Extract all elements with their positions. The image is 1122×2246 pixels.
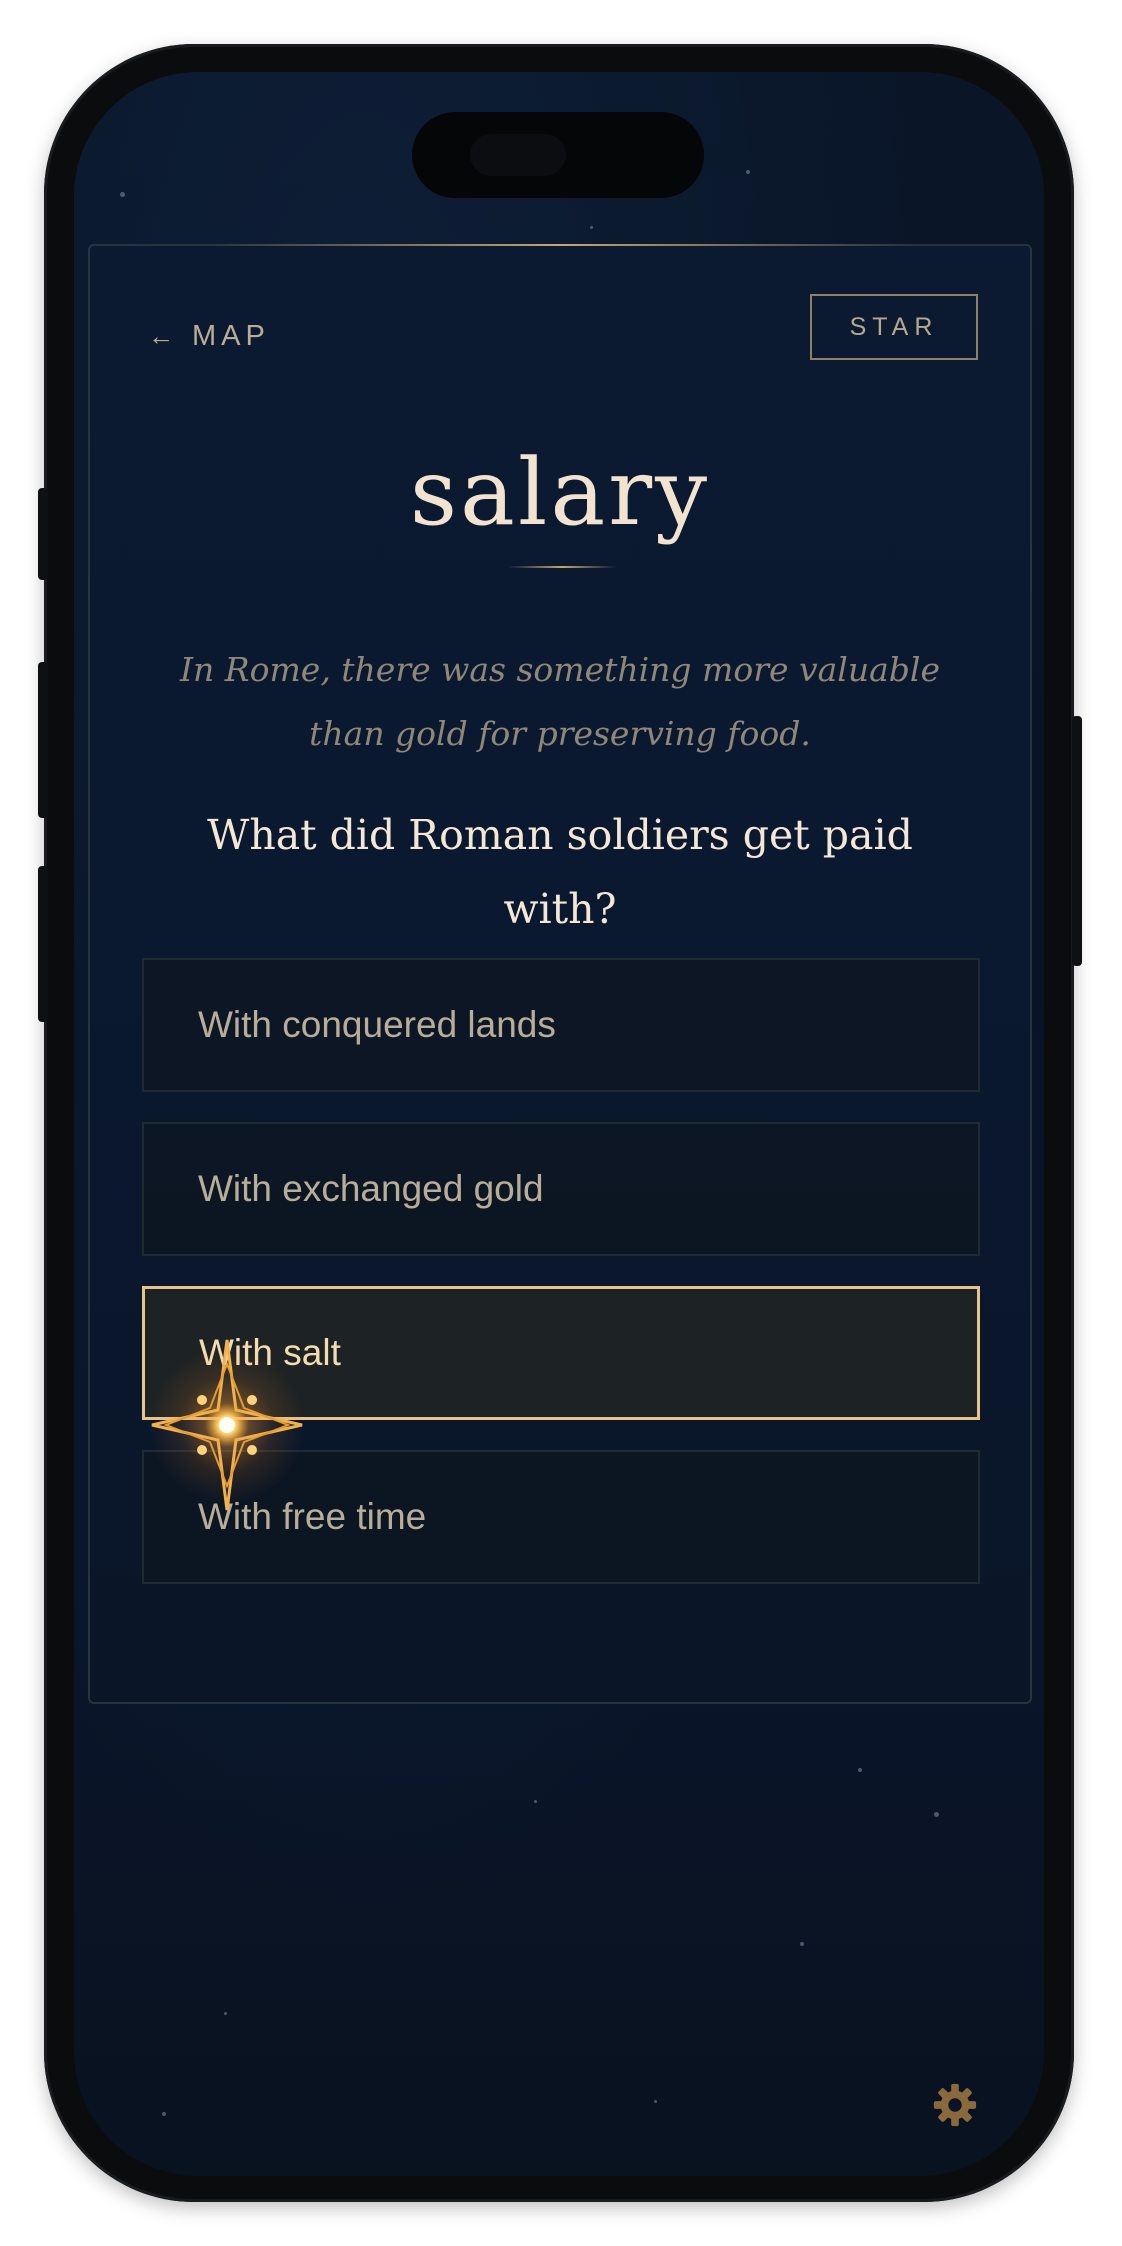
app-screen: ← MAP STAR salary In Rome, there was som… [74, 72, 1044, 2176]
volume-up-button [38, 662, 48, 818]
background-star [800, 1942, 804, 1946]
action-button [38, 488, 48, 580]
question-text: What did Roman soldiers get paid with? [207, 811, 913, 933]
gear-icon[interactable] [932, 2082, 978, 2128]
background-star [746, 170, 750, 174]
back-link-label: MAP [192, 319, 270, 352]
background-star [590, 226, 593, 229]
background-star [224, 2012, 227, 2015]
camera-lens [470, 134, 566, 176]
title-divider [508, 566, 616, 568]
power-button [1072, 716, 1082, 966]
background-star [934, 1812, 939, 1817]
compass-star-icon[interactable] [146, 1334, 308, 1516]
hint-text: In Rome, there was something more valuab… [180, 650, 940, 753]
back-to-map-link[interactable]: ← MAP [148, 316, 270, 356]
background-star [162, 2112, 166, 2116]
word-title: salary [409, 439, 711, 546]
star-button[interactable]: STAR [810, 294, 978, 360]
answer-option[interactable]: With exchanged gold [142, 1122, 980, 1256]
volume-down-button [38, 866, 48, 1022]
back-arrow-icon: ← [148, 320, 174, 351]
background-star [858, 1768, 862, 1772]
answer-option[interactable]: With conquered lands [142, 958, 980, 1092]
dynamic-island [412, 112, 704, 198]
background-star [120, 192, 125, 197]
background-star [654, 2100, 657, 2103]
background-star [534, 1800, 537, 1803]
